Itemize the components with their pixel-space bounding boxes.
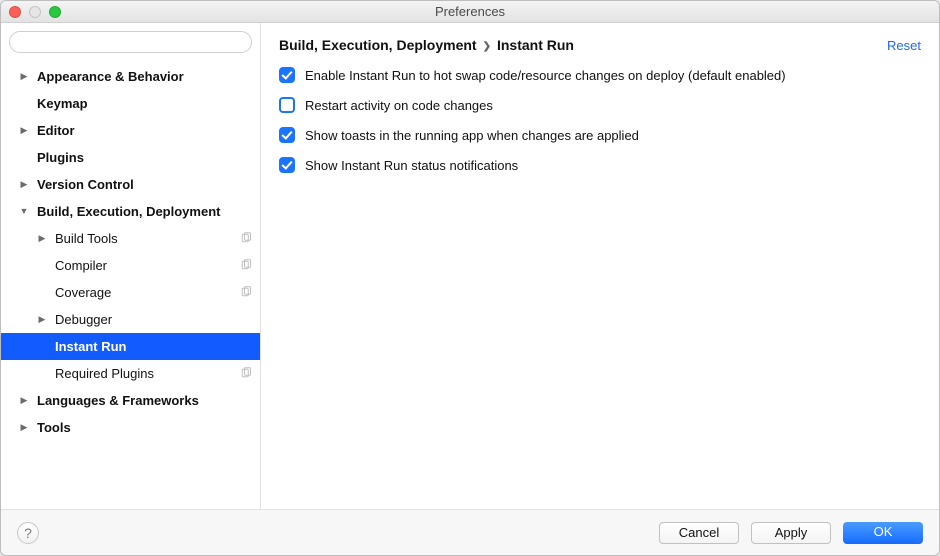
sidebar-item-coverage[interactable]: Coverage xyxy=(1,279,260,306)
sidebar-item-label: Languages & Frameworks xyxy=(37,393,254,408)
chevron-right-icon[interactable]: ▶ xyxy=(19,180,29,189)
breadcrumb-current: Instant Run xyxy=(497,37,574,53)
sidebar-item-debugger[interactable]: ▶ Debugger xyxy=(1,306,260,333)
content-panel: Build, Execution, Deployment ❯ Instant R… xyxy=(261,23,939,509)
sidebar-item-label: Editor xyxy=(37,123,254,138)
checkbox[interactable] xyxy=(279,127,295,143)
setting-option[interactable]: Show Instant Run status notifications xyxy=(279,157,921,173)
search-wrap xyxy=(1,23,260,59)
sidebar-item-required-plugins[interactable]: Required Plugins xyxy=(1,360,260,387)
preferences-window: Preferences ▶ Appearance & Behavior Keymap… xyxy=(0,0,940,556)
setting-option[interactable]: Show toasts in the running app when chan… xyxy=(279,127,921,143)
setting-option[interactable]: Enable Instant Run to hot swap code/reso… xyxy=(279,67,921,83)
sidebar-item-languages-frameworks[interactable]: ▶ Languages & Frameworks xyxy=(1,387,260,414)
chevron-right-icon[interactable]: ▶ xyxy=(19,396,29,405)
chevron-right-icon: ❯ xyxy=(483,41,491,52)
sidebar-item-build-tools[interactable]: ▶ Build Tools xyxy=(1,225,260,252)
sidebar-item-label: Build, Execution, Deployment xyxy=(37,204,254,219)
ok-button[interactable]: OK xyxy=(843,522,923,544)
reset-link[interactable]: Reset xyxy=(887,38,921,53)
sidebar: ▶ Appearance & Behavior Keymap ▶ Editor Plugi… xyxy=(1,23,261,509)
breadcrumb-row: Build, Execution, Deployment ❯ Instant R… xyxy=(261,23,939,63)
breadcrumb: Build, Execution, Deployment ❯ Instant R… xyxy=(279,37,574,53)
search-input[interactable] xyxy=(9,31,252,53)
setting-option[interactable]: Restart activity on code changes xyxy=(279,97,921,113)
chevron-right-icon[interactable]: ▶ xyxy=(19,423,29,432)
sidebar-item-editor[interactable]: ▶ Editor xyxy=(1,117,260,144)
copy-profile-icon[interactable] xyxy=(240,286,254,300)
cancel-button[interactable]: Cancel xyxy=(659,522,739,544)
sidebar-item-tools[interactable]: ▶ Tools xyxy=(1,414,260,441)
zoom-window-button[interactable] xyxy=(49,6,61,18)
traffic-lights xyxy=(9,6,61,18)
sidebar-item-version-control[interactable]: ▶ Version Control xyxy=(1,171,260,198)
setting-option-label: Show toasts in the running app when chan… xyxy=(305,128,639,143)
chevron-right-icon[interactable]: ▶ xyxy=(37,315,47,324)
sidebar-item-label: Debugger xyxy=(55,312,254,327)
sidebar-item-label: Version Control xyxy=(37,177,254,192)
sidebar-item-label: Plugins xyxy=(37,150,254,165)
setting-option-label: Restart activity on code changes xyxy=(305,98,493,113)
sidebar-item-label: Keymap xyxy=(37,96,254,111)
sidebar-item-compiler[interactable]: Compiler xyxy=(1,252,260,279)
chevron-down-icon[interactable]: ▼ xyxy=(19,207,29,216)
settings-form: Enable Instant Run to hot swap code/reso… xyxy=(261,63,939,177)
sidebar-item-instant-run[interactable]: Instant Run xyxy=(1,333,260,360)
sidebar-item-label: Compiler xyxy=(55,258,236,273)
sidebar-item-build-execution-deployment[interactable]: ▼ Build, Execution, Deployment xyxy=(1,198,260,225)
close-window-button[interactable] xyxy=(9,6,21,18)
sidebar-item-label: Instant Run xyxy=(55,339,254,354)
sidebar-item-keymap[interactable]: Keymap xyxy=(1,90,260,117)
chevron-right-icon[interactable]: ▶ xyxy=(19,72,29,81)
setting-option-label: Show Instant Run status notifications xyxy=(305,158,518,173)
titlebar: Preferences xyxy=(1,1,939,23)
checkbox[interactable] xyxy=(279,157,295,173)
checkbox[interactable] xyxy=(279,97,295,113)
copy-profile-icon[interactable] xyxy=(240,232,254,246)
sidebar-item-label: Coverage xyxy=(55,285,236,300)
sidebar-item-label: Tools xyxy=(37,420,254,435)
sidebar-item-label: Required Plugins xyxy=(55,366,236,381)
help-button[interactable]: ? xyxy=(17,522,39,544)
sidebar-item-plugins[interactable]: Plugins xyxy=(1,144,260,171)
sidebar-item-label: Appearance & Behavior xyxy=(37,69,254,84)
chevron-right-icon[interactable]: ▶ xyxy=(37,234,47,243)
breadcrumb-parent: Build, Execution, Deployment xyxy=(279,37,477,53)
minimize-window-button[interactable] xyxy=(29,6,41,18)
window-body: ▶ Appearance & Behavior Keymap ▶ Editor Plugi… xyxy=(1,23,939,509)
chevron-right-icon[interactable]: ▶ xyxy=(19,126,29,135)
checkbox[interactable] xyxy=(279,67,295,83)
copy-profile-icon[interactable] xyxy=(240,367,254,381)
copy-profile-icon[interactable] xyxy=(240,259,254,273)
footer: ? Cancel Apply OK xyxy=(1,509,939,555)
sidebar-item-label: Build Tools xyxy=(55,231,236,246)
settings-tree[interactable]: ▶ Appearance & Behavior Keymap ▶ Editor Plugi… xyxy=(1,59,260,509)
setting-option-label: Enable Instant Run to hot swap code/reso… xyxy=(305,68,786,83)
apply-button[interactable]: Apply xyxy=(751,522,831,544)
window-title: Preferences xyxy=(1,4,939,19)
sidebar-item-appearance-behavior[interactable]: ▶ Appearance & Behavior xyxy=(1,63,260,90)
